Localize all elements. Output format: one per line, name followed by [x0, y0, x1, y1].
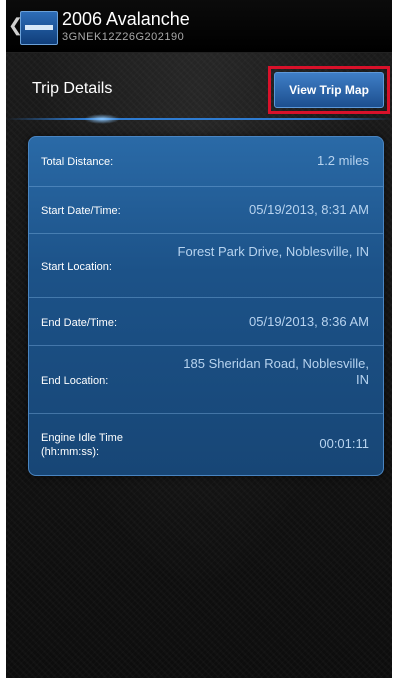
detail-label: End Date/Time:	[41, 317, 118, 329]
detail-value: 00:01:11	[319, 436, 369, 451]
detail-label: End Location:	[41, 375, 109, 387]
detail-row-end-datetime: End Date/Time: 05/19/2013, 8:36 AM	[29, 298, 383, 346]
detail-value: 185 Sheridan Road, Noblesville, IN	[183, 356, 369, 387]
detail-row-end-location: End Location: 185 Sheridan Road, Noblesv…	[29, 346, 383, 414]
detail-label: Total Distance:	[41, 156, 114, 168]
vehicle-vin: 3GNEK12Z26G202190	[62, 31, 185, 43]
app-screen: ❮ 2006 Avalanche 3GNEK12Z26G202190 Trip …	[6, 0, 392, 678]
detail-row-start-location: Start Location: Forest Park Drive, Noble…	[29, 234, 383, 298]
vehicle-name: 2006 Avalanche	[62, 9, 190, 29]
detail-label: Start Location:	[41, 261, 112, 273]
view-trip-map-button[interactable]: View Trip Map	[274, 72, 384, 108]
page-title: Trip Details	[32, 80, 113, 97]
vehicle-logo-icon[interactable]	[20, 11, 58, 45]
detail-row-start-datetime: Start Date/Time: 05/19/2013, 8:31 AM	[29, 187, 383, 234]
trip-details-card: Total Distance: 1.2 miles Start Date/Tim…	[28, 136, 384, 476]
detail-value: 1.2 miles	[316, 153, 369, 168]
detail-value: 05/19/2013, 8:31 AM	[249, 202, 369, 217]
logo-stripe	[25, 25, 53, 30]
detail-row-total-distance: Total Distance: 1.2 miles	[29, 137, 383, 187]
divider	[6, 118, 392, 120]
detail-value: Forest Park Drive, Noblesville, IN	[177, 244, 369, 259]
detail-label: Engine Idle Time (hh:mm:ss):	[41, 432, 123, 458]
detail-label: Start Date/Time:	[41, 205, 121, 217]
divider-glow	[84, 114, 120, 124]
action-bar: ❮ 2006 Avalanche 3GNEK12Z26G202190	[6, 0, 392, 53]
detail-row-engine-idle-time: Engine Idle Time (hh:mm:ss): 00:01:11	[29, 414, 383, 475]
detail-value: 05/19/2013, 8:36 AM	[249, 314, 369, 329]
